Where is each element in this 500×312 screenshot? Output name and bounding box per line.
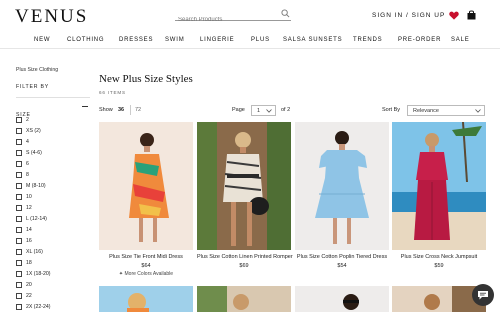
- chat-button[interactable]: [472, 284, 494, 306]
- sign-in-link[interactable]: SIGN IN / SIGN UP: [372, 12, 445, 19]
- sort-label: Sort By: [382, 107, 401, 113]
- product-name[interactable]: Plus Size Cross Neck Jumpsuit: [392, 254, 486, 260]
- product-image[interactable]: [295, 286, 389, 312]
- product-image[interactable]: [197, 122, 291, 250]
- checkbox[interactable]: [16, 227, 22, 233]
- checkbox[interactable]: [16, 128, 22, 134]
- nav-item-new[interactable]: NEW: [34, 37, 50, 43]
- sort-select[interactable]: Relevance: [407, 105, 485, 116]
- nav-item-salsa-sunsets[interactable]: SALSA SUNSETS: [283, 37, 342, 43]
- main-nav: NEW CLOTHING DRESSES SWIM LINGERIE PLUS …: [0, 32, 500, 49]
- chat-bubble-icon: [478, 291, 488, 300]
- nav-item-lingerie[interactable]: LINGERIE: [200, 37, 234, 43]
- show-per-page: Show 36 72: [99, 105, 141, 115]
- search-input[interactable]: [175, 15, 279, 23]
- product-price: $54: [337, 263, 347, 269]
- checkbox[interactable]: [16, 282, 22, 288]
- search-bar[interactable]: [175, 8, 291, 23]
- checkbox[interactable]: [16, 216, 22, 222]
- divider: [16, 97, 90, 98]
- product-image[interactable]: [392, 122, 486, 250]
- checkbox[interactable]: [16, 172, 22, 178]
- nav-item-swim[interactable]: SWIM: [165, 37, 185, 43]
- filter-by-heading: FILTER BY: [16, 84, 50, 90]
- checkbox[interactable]: [16, 249, 22, 255]
- checkbox[interactable]: [16, 183, 22, 189]
- product-image[interactable]: [99, 286, 193, 312]
- product-name[interactable]: Plus Size Tie Front Midi Dress: [99, 254, 193, 260]
- checkbox[interactable]: [16, 293, 22, 299]
- page-select[interactable]: 1: [251, 105, 276, 116]
- breadcrumb[interactable]: Plus Size Clothing: [16, 67, 58, 73]
- divider: [130, 105, 131, 115]
- show-option-36[interactable]: 36: [118, 107, 124, 113]
- nav-item-dresses[interactable]: DRESSES: [119, 37, 153, 43]
- nav-item-trends[interactable]: TRENDS: [353, 37, 382, 43]
- checkbox[interactable]: [16, 238, 22, 244]
- checkbox[interactable]: [16, 271, 22, 277]
- product-price: $59: [434, 263, 444, 269]
- bag-icon[interactable]: [467, 10, 476, 20]
- show-label: Show: [99, 107, 113, 113]
- checkbox[interactable]: [16, 205, 22, 211]
- nav-item-pre-order[interactable]: PRE-ORDER: [398, 37, 441, 43]
- product-price: $64: [141, 263, 151, 269]
- checkbox[interactable]: [16, 304, 22, 310]
- logo[interactable]: VENUS: [15, 6, 88, 28]
- more-colors[interactable]: ✦ More Colors Available: [99, 271, 193, 277]
- page-total: of 2: [281, 107, 291, 113]
- checkbox[interactable]: [16, 117, 22, 123]
- nav-item-clothing[interactable]: CLOTHING: [67, 37, 104, 43]
- show-option-72[interactable]: 72: [135, 107, 141, 113]
- product-image[interactable]: [197, 286, 291, 312]
- header: VENUS SIGN IN / SIGN UP: [0, 0, 500, 32]
- collapse-icon[interactable]: [82, 106, 88, 107]
- search-icon[interactable]: [281, 9, 290, 18]
- nav-item-plus[interactable]: PLUS: [251, 37, 270, 43]
- size-filter-toggle[interactable]: SIZE: [16, 103, 90, 118]
- chevron-down-icon: [266, 109, 272, 113]
- nav-item-sale[interactable]: SALE: [451, 37, 470, 43]
- checkbox[interactable]: [16, 139, 22, 145]
- page-title: New Plus Size Styles: [99, 73, 193, 85]
- checkbox[interactable]: [16, 194, 22, 200]
- product-name[interactable]: Plus Size Cotton Poplin Tiered Dress: [295, 254, 389, 260]
- chevron-down-icon: [475, 109, 481, 113]
- product-image[interactable]: [99, 122, 193, 250]
- checkbox[interactable]: [16, 260, 22, 266]
- page-label: Page: [232, 107, 245, 113]
- product-name[interactable]: Plus Size Cotton Linen Printed Romper: [197, 254, 293, 260]
- item-count: 66 ITEMS: [99, 90, 126, 95]
- product-price: $69: [239, 263, 249, 269]
- product-image[interactable]: [295, 122, 389, 250]
- checkbox[interactable]: [16, 150, 22, 156]
- checkbox[interactable]: [16, 161, 22, 167]
- heart-icon[interactable]: [449, 11, 459, 20]
